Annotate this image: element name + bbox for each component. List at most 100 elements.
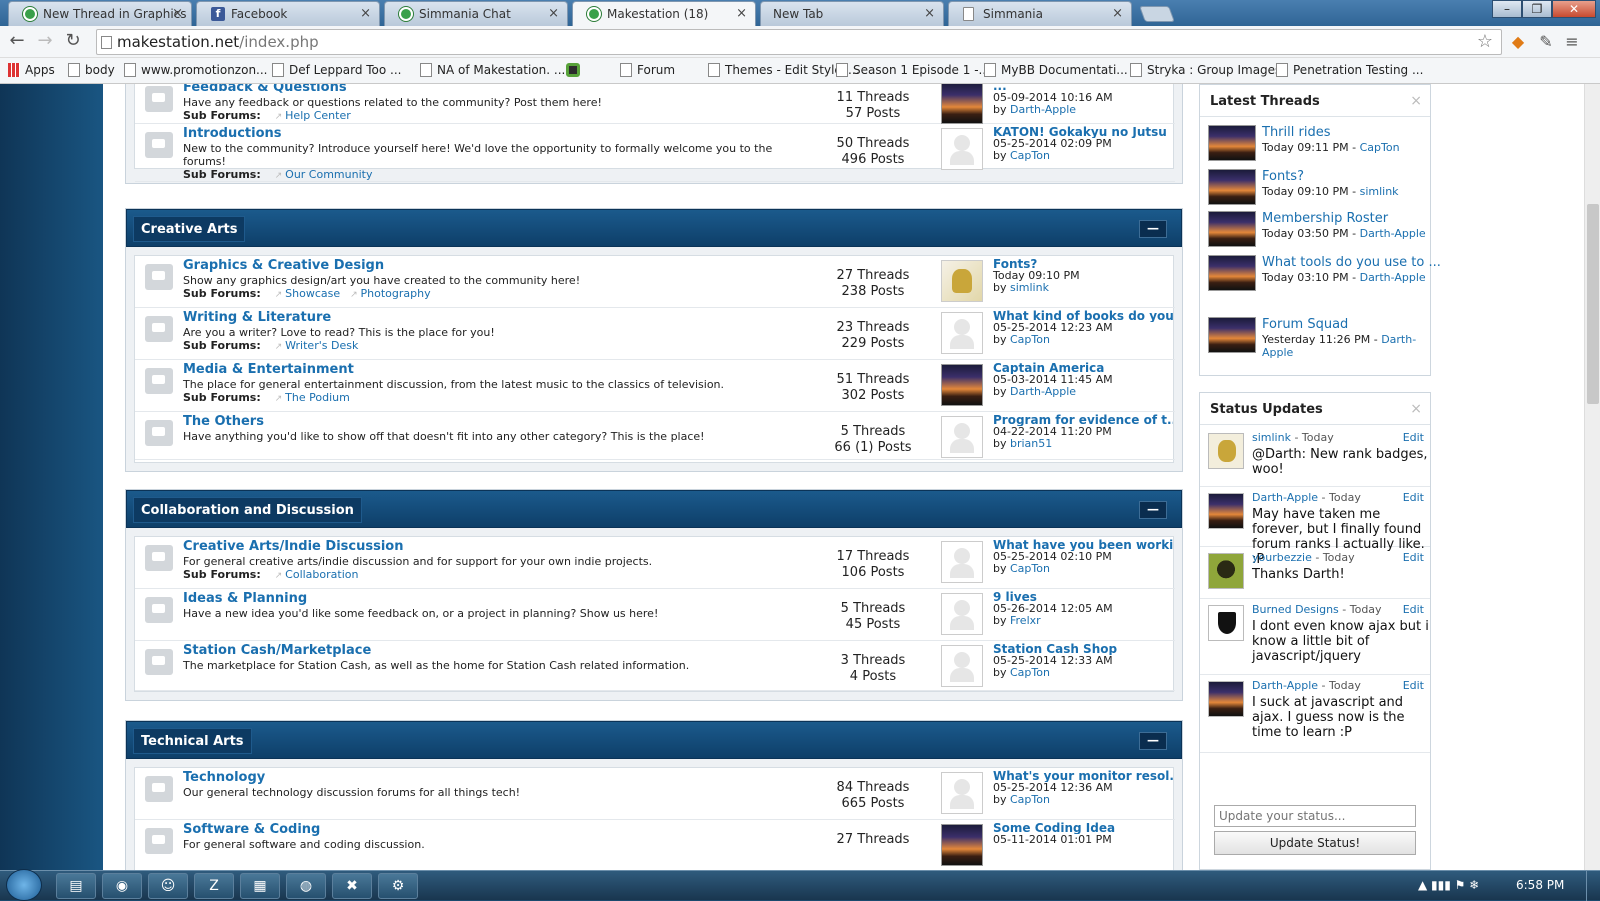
menu-icon[interactable]: ≡ bbox=[1562, 32, 1582, 52]
forum-title-link[interactable]: Media & Entertainment bbox=[183, 362, 354, 377]
status-user-link[interactable]: Darth-Apple bbox=[1252, 491, 1318, 504]
last-poster-avatar[interactable] bbox=[941, 824, 983, 866]
author-link[interactable]: brian51 bbox=[1010, 437, 1052, 450]
thread-thumbnail[interactable] bbox=[1208, 255, 1256, 291]
maximize-button[interactable]: ❐ bbox=[1522, 0, 1552, 18]
tab-close-icon[interactable]: × bbox=[736, 6, 747, 21]
sub-forum-link[interactable]: The Podium bbox=[275, 391, 350, 404]
firefox-icon[interactable]: ◍ bbox=[286, 873, 326, 899]
notepad-icon[interactable]: ▦ bbox=[240, 873, 280, 899]
status-avatar[interactable] bbox=[1208, 493, 1244, 529]
status-user-link[interactable]: simlink bbox=[1252, 431, 1291, 444]
new-tab-button[interactable] bbox=[1139, 6, 1175, 22]
latest-thread-title[interactable]: What tools do you use to ... bbox=[1262, 255, 1441, 270]
collapse-button[interactable]: — bbox=[1139, 220, 1167, 238]
close-box-icon[interactable]: × bbox=[1410, 93, 1422, 109]
thread-thumbnail[interactable] bbox=[1208, 317, 1256, 353]
forum-title-link[interactable]: Technology bbox=[183, 770, 265, 785]
author-link[interactable]: simlink bbox=[1010, 281, 1049, 294]
forum-title-link[interactable]: Feedback & Questions bbox=[183, 84, 347, 95]
forum-title-link[interactable]: Writing & Literature bbox=[183, 310, 331, 325]
sub-forum-link[interactable]: Photography bbox=[350, 287, 431, 300]
last-poster-avatar[interactable] bbox=[941, 312, 983, 354]
status-edit-link[interactable]: Edit bbox=[1403, 551, 1424, 564]
last-poster-avatar[interactable] bbox=[941, 593, 983, 635]
sub-forum-link[interactable]: Help Center bbox=[275, 109, 351, 122]
latest-thread-author[interactable]: CapTon bbox=[1360, 141, 1400, 154]
forum-title-link[interactable]: Ideas & Planning bbox=[183, 591, 307, 606]
author-link[interactable]: Frelxr bbox=[1010, 614, 1041, 627]
bookmark-item[interactable]: MyBB Documentati... bbox=[984, 63, 1128, 77]
author-link[interactable]: Darth-Apple bbox=[1010, 385, 1076, 398]
status-user-link[interactable]: Darth-Apple bbox=[1252, 679, 1318, 692]
show-desktop-button[interactable] bbox=[1586, 871, 1600, 901]
tab-close-icon[interactable]: × bbox=[360, 6, 371, 21]
bookmark-item[interactable]: Stryka : Group Images bbox=[1130, 63, 1281, 77]
chrome-icon[interactable]: ◉ bbox=[102, 873, 142, 899]
bookmark-star-icon[interactable]: ☆ bbox=[1477, 31, 1493, 52]
bookmark-item[interactable]: Forum bbox=[620, 63, 675, 77]
tab-close-icon[interactable]: × bbox=[1112, 6, 1123, 21]
author-link[interactable]: CapTon bbox=[1010, 333, 1050, 346]
tab-0[interactable]: New Thread in Graphics & × bbox=[8, 1, 192, 26]
last-poster-avatar[interactable] bbox=[941, 84, 983, 124]
bookmark-item[interactable]: www.promotionzon... bbox=[124, 63, 268, 77]
tab-3[interactable]: Makestation (18) × bbox=[572, 1, 756, 26]
bookmark-item[interactable]: Def Leppard Too ... bbox=[272, 63, 402, 77]
tab-close-icon[interactable]: × bbox=[924, 6, 935, 21]
forum-title-link[interactable]: Station Cash/Marketplace bbox=[183, 643, 371, 658]
gimp-icon[interactable]: ☺ bbox=[148, 873, 188, 899]
last-poster-avatar[interactable] bbox=[941, 128, 983, 170]
last-poster-avatar[interactable] bbox=[941, 645, 983, 687]
folder-icon[interactable]: ▤ bbox=[56, 873, 96, 899]
thread-thumbnail[interactable] bbox=[1208, 125, 1256, 161]
forum-title-link[interactable]: Introductions bbox=[183, 126, 282, 141]
scrollbar-thumb[interactable] bbox=[1587, 204, 1599, 404]
collapse-button[interactable]: — bbox=[1139, 501, 1167, 519]
forum-title-link[interactable]: Graphics & Creative Design bbox=[183, 258, 384, 273]
tab-4[interactable]: New Tab × bbox=[760, 1, 944, 26]
author-link[interactable]: CapTon bbox=[1010, 793, 1050, 806]
tools-icon[interactable]: ✎ bbox=[1536, 32, 1556, 52]
last-poster-avatar[interactable] bbox=[941, 364, 983, 406]
address-bar[interactable]: makestation.net/index.php ☆ bbox=[96, 29, 1502, 55]
author-link[interactable]: CapTon bbox=[1010, 562, 1050, 575]
author-link[interactable]: CapTon bbox=[1010, 666, 1050, 679]
minimize-button[interactable]: – bbox=[1492, 0, 1522, 18]
latest-thread-title[interactable]: Forum Squad bbox=[1262, 317, 1348, 332]
thread-thumbnail[interactable] bbox=[1208, 211, 1256, 247]
tab-2[interactable]: Simmania Chat × bbox=[384, 1, 568, 26]
sub-forum-link[interactable]: Collaboration bbox=[275, 568, 359, 581]
status-user-link[interactable]: yourbezzie bbox=[1252, 551, 1312, 564]
bookmark-item[interactable]: NA of Makestation. ... bbox=[420, 63, 565, 77]
forum-title-link[interactable]: The Others bbox=[183, 414, 264, 429]
status-avatar[interactable] bbox=[1208, 433, 1244, 469]
status-avatar[interactable] bbox=[1208, 553, 1244, 589]
tab-5[interactable]: Simmania × bbox=[948, 1, 1132, 26]
close-box-icon[interactable]: × bbox=[1410, 401, 1422, 417]
reload-icon[interactable]: ↻ bbox=[62, 30, 84, 52]
last-poster-avatar[interactable] bbox=[941, 260, 983, 302]
last-poster-avatar[interactable] bbox=[941, 772, 983, 814]
extension-icon[interactable]: ◆ bbox=[1508, 32, 1528, 52]
tab-close-icon[interactable]: × bbox=[548, 6, 559, 21]
sub-forum-link[interactable]: Showcase bbox=[275, 287, 340, 300]
latest-thread-author[interactable]: Darth-Apple bbox=[1360, 227, 1426, 240]
bookmark-item[interactable]: Season 1 Episode 1 -... bbox=[836, 63, 990, 77]
status-user-link[interactable]: Burned Designs bbox=[1252, 603, 1339, 616]
bookmark-item[interactable]: Apps bbox=[8, 63, 55, 77]
status-input[interactable] bbox=[1214, 805, 1416, 827]
scrollbar[interactable] bbox=[1584, 84, 1600, 870]
status-avatar[interactable] bbox=[1208, 681, 1244, 717]
status-edit-link[interactable]: Edit bbox=[1403, 679, 1424, 692]
bookmark-item[interactable]: Penetration Testing ... bbox=[1276, 63, 1423, 77]
last-poster-avatar[interactable] bbox=[941, 416, 983, 458]
forum-title-link[interactable]: Creative Arts/Indie Discussion bbox=[183, 539, 403, 554]
author-link[interactable]: CapTon bbox=[1010, 149, 1050, 162]
collapse-button[interactable]: — bbox=[1139, 732, 1167, 750]
back-icon[interactable]: ← bbox=[6, 30, 28, 52]
latest-thread-author[interactable]: Darth-Apple bbox=[1360, 271, 1426, 284]
status-edit-link[interactable]: Edit bbox=[1403, 491, 1424, 504]
tab-close-icon[interactable]: × bbox=[172, 6, 183, 21]
latest-thread-author[interactable]: simlink bbox=[1360, 185, 1399, 198]
